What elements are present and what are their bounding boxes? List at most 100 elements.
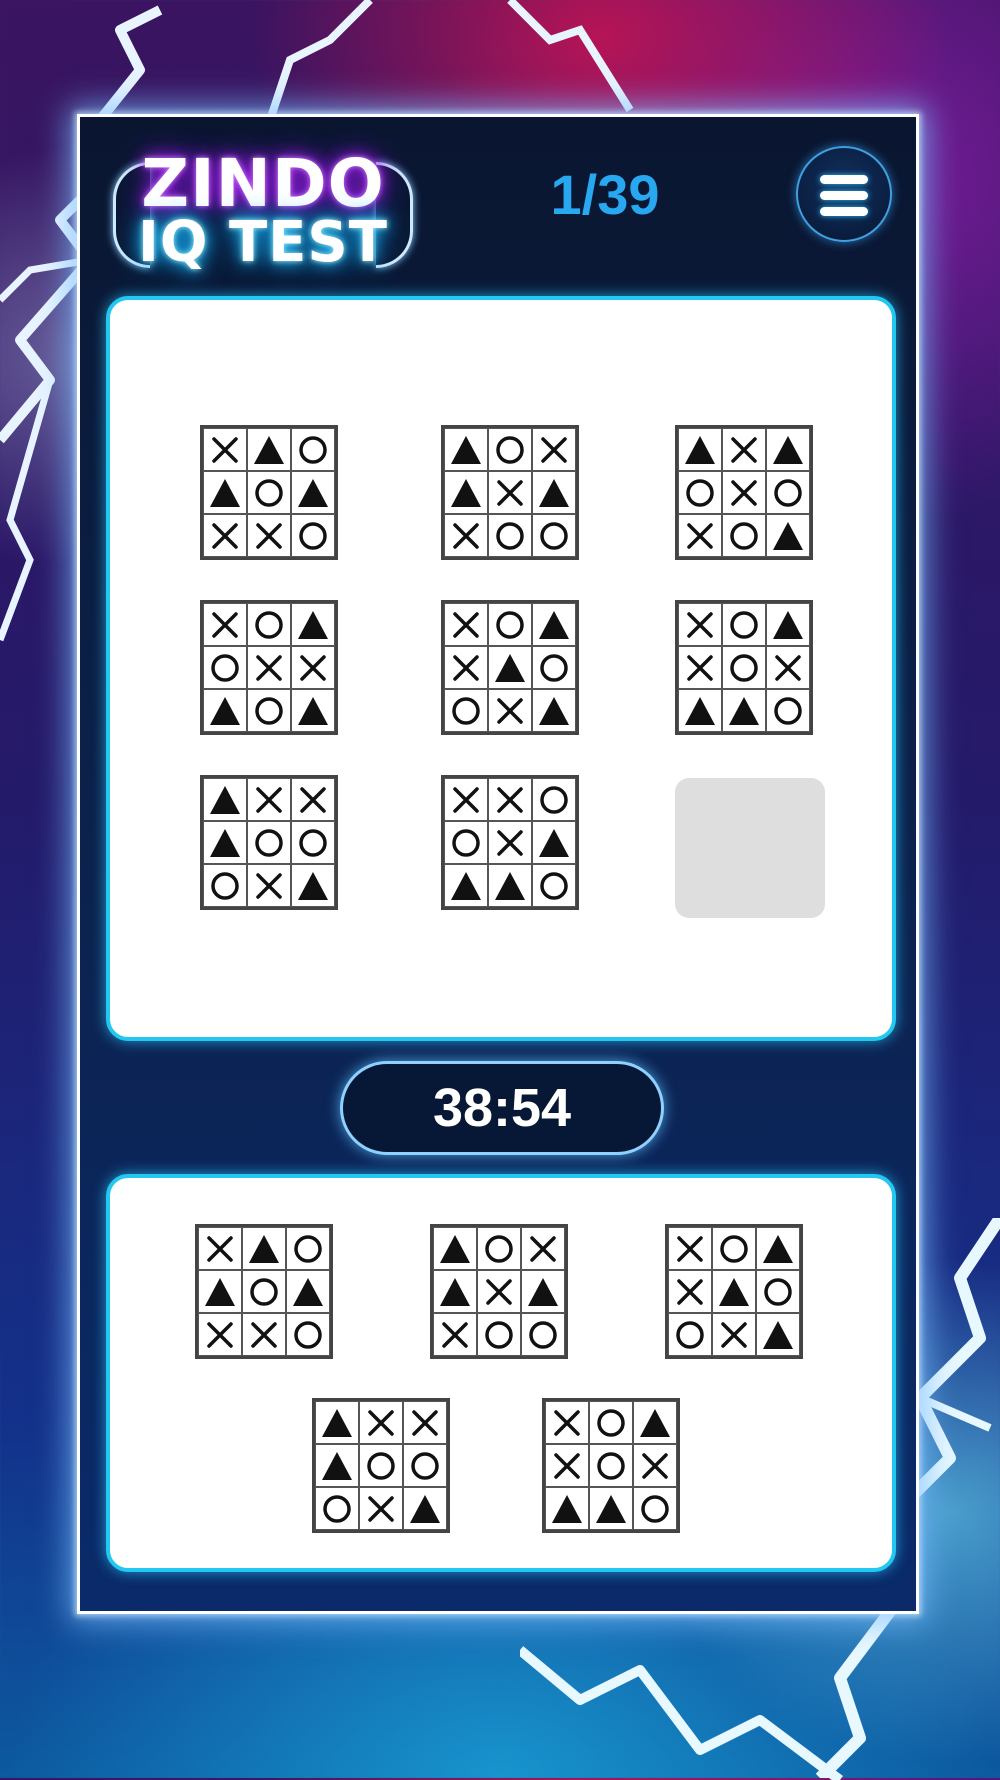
circle-icon bbox=[529, 1320, 557, 1349]
menu-bar bbox=[820, 207, 868, 216]
grid-cell bbox=[203, 471, 247, 514]
grid-cell bbox=[198, 1270, 242, 1313]
grid-cell bbox=[291, 646, 335, 689]
circle-icon bbox=[540, 871, 568, 900]
countdown-timer: 38:54 bbox=[340, 1061, 664, 1155]
grid-cell bbox=[766, 646, 810, 689]
grid-cell bbox=[247, 603, 291, 646]
x-mark-icon bbox=[541, 436, 567, 463]
grid-cell bbox=[291, 821, 335, 864]
answer-option[interactable] bbox=[665, 1224, 803, 1359]
triangle-icon bbox=[685, 696, 715, 725]
circle-icon bbox=[255, 478, 283, 507]
circle-icon bbox=[485, 1234, 513, 1263]
grid-cell bbox=[712, 1227, 756, 1270]
answer-option[interactable] bbox=[195, 1224, 333, 1359]
x-mark-icon bbox=[486, 1278, 512, 1305]
grid-cell bbox=[678, 603, 722, 646]
grid-cell bbox=[488, 689, 532, 732]
grid-cell bbox=[488, 646, 532, 689]
grid-cell bbox=[722, 689, 766, 732]
x-mark-icon bbox=[677, 1278, 703, 1305]
question-counter: 1/39 bbox=[550, 163, 660, 226]
x-mark-icon bbox=[212, 611, 238, 638]
circle-icon bbox=[676, 1320, 704, 1349]
triangle-icon bbox=[495, 653, 525, 682]
menu-button[interactable] bbox=[796, 146, 892, 242]
triangle-icon bbox=[685, 435, 715, 464]
x-mark-icon bbox=[497, 829, 523, 856]
grid-cell bbox=[488, 778, 532, 821]
triangle-icon bbox=[773, 435, 803, 464]
grid-cell bbox=[403, 1444, 447, 1487]
x-mark-icon bbox=[368, 1409, 394, 1436]
grid-cell bbox=[766, 603, 810, 646]
grid-cell bbox=[589, 1444, 633, 1487]
question-grid bbox=[200, 425, 338, 560]
triangle-icon bbox=[210, 696, 240, 725]
circle-icon bbox=[485, 1320, 513, 1349]
triangle-icon bbox=[773, 521, 803, 550]
grid-cell bbox=[403, 1401, 447, 1444]
answer-option[interactable] bbox=[542, 1398, 680, 1533]
grid-cell bbox=[247, 646, 291, 689]
grid-cell bbox=[766, 689, 810, 732]
x-mark-icon bbox=[300, 786, 326, 813]
triangle-icon bbox=[729, 696, 759, 725]
circle-icon bbox=[452, 696, 480, 725]
grid-cell bbox=[678, 689, 722, 732]
grid-cell bbox=[722, 428, 766, 471]
question-grid bbox=[200, 775, 338, 910]
circle-icon bbox=[294, 1234, 322, 1263]
triangle-icon bbox=[596, 1494, 626, 1523]
grid-cell bbox=[488, 428, 532, 471]
x-mark-icon bbox=[251, 1321, 277, 1348]
grid-cell bbox=[678, 514, 722, 557]
circle-icon bbox=[255, 610, 283, 639]
question-grid bbox=[441, 775, 579, 910]
answer-option[interactable] bbox=[430, 1224, 568, 1359]
grid-cell bbox=[444, 603, 488, 646]
x-mark-icon bbox=[207, 1321, 233, 1348]
triangle-icon bbox=[293, 1277, 323, 1306]
grid-cell bbox=[444, 864, 488, 907]
grid-cell bbox=[242, 1270, 286, 1313]
triangle-icon bbox=[451, 871, 481, 900]
grid-cell bbox=[444, 428, 488, 471]
x-mark-icon bbox=[642, 1452, 668, 1479]
grid-cell bbox=[444, 646, 488, 689]
triangle-icon bbox=[539, 696, 569, 725]
x-mark-icon bbox=[256, 872, 282, 899]
triangle-icon bbox=[254, 435, 284, 464]
answer-option[interactable] bbox=[312, 1398, 450, 1533]
grid-cell bbox=[247, 471, 291, 514]
x-mark-icon bbox=[256, 654, 282, 681]
circle-icon bbox=[211, 653, 239, 682]
circle-icon bbox=[452, 828, 480, 857]
grid-cell bbox=[203, 514, 247, 557]
x-mark-icon bbox=[256, 522, 282, 549]
grid-cell bbox=[668, 1227, 712, 1270]
grid-cell bbox=[532, 428, 576, 471]
grid-cell bbox=[242, 1313, 286, 1356]
circle-icon bbox=[540, 785, 568, 814]
question-grid bbox=[441, 425, 579, 560]
triangle-icon bbox=[210, 478, 240, 507]
grid-cell bbox=[433, 1270, 477, 1313]
circle-icon bbox=[720, 1234, 748, 1263]
circle-icon bbox=[540, 521, 568, 550]
grid-cell bbox=[247, 514, 291, 557]
grid-cell bbox=[203, 864, 247, 907]
grid-cell bbox=[766, 428, 810, 471]
triangle-icon bbox=[322, 1408, 352, 1437]
circle-icon bbox=[597, 1408, 625, 1437]
grid-cell bbox=[678, 646, 722, 689]
grid-cell bbox=[532, 514, 576, 557]
x-mark-icon bbox=[207, 1235, 233, 1262]
circle-icon bbox=[641, 1494, 669, 1523]
triangle-icon bbox=[298, 610, 328, 639]
triangle-icon bbox=[451, 435, 481, 464]
menu-bar bbox=[820, 175, 868, 184]
grid-cell bbox=[712, 1313, 756, 1356]
x-mark-icon bbox=[453, 654, 479, 681]
